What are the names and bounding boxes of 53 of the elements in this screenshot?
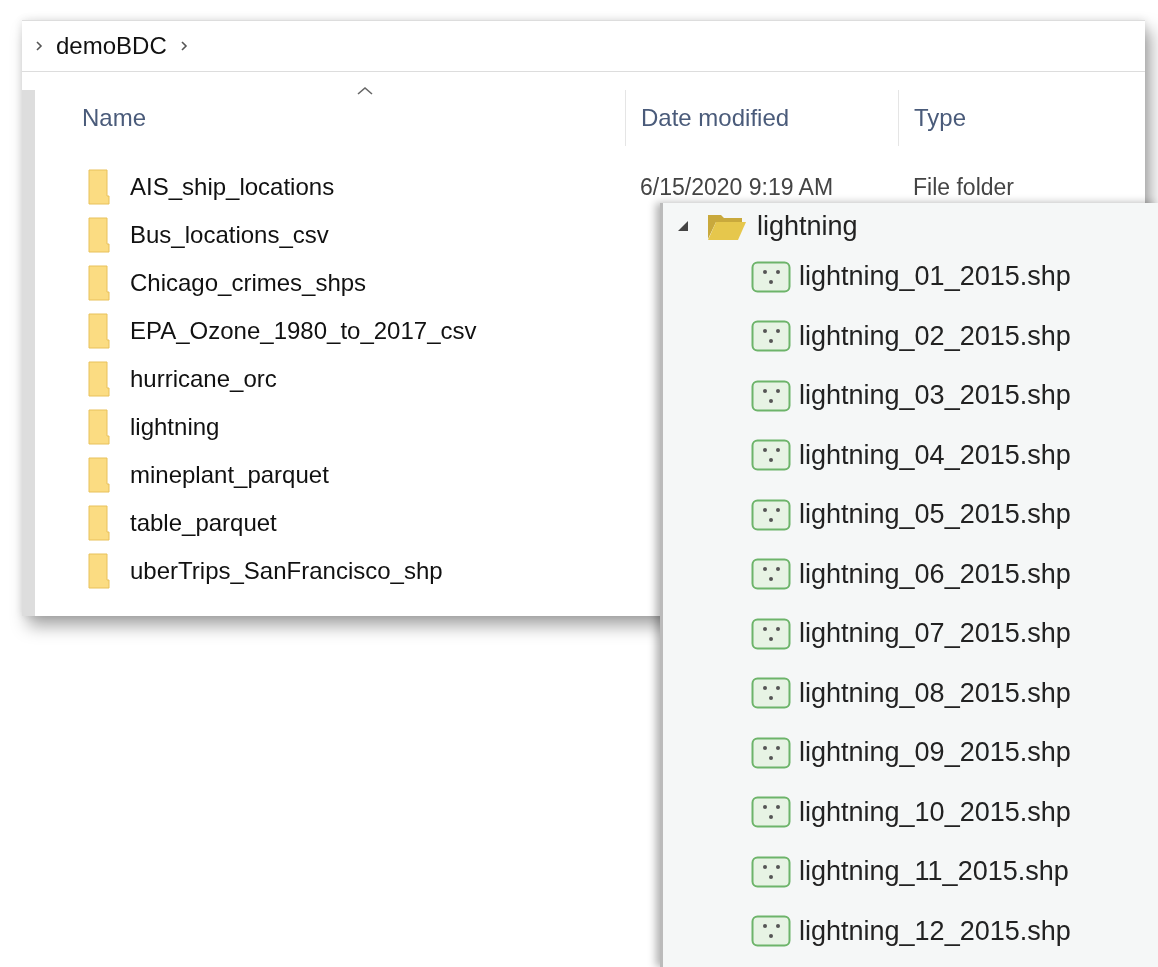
column-header[interactable]: Type	[914, 104, 967, 132]
tree-item[interactable]: lightning_08_2015.shp	[799, 677, 1071, 709]
folder-icon	[88, 361, 110, 397]
column-header[interactable]: Date modified	[641, 104, 790, 132]
folder-icon	[88, 313, 110, 349]
date-modified: 6/15/2020 9:19 AM	[640, 173, 834, 200]
tree-item[interactable]: lightning_02_2015.shp	[799, 320, 1071, 352]
point-layer-icon	[751, 855, 791, 888]
scrollbar[interactable]	[22, 90, 35, 616]
point-layer-icon	[751, 736, 791, 769]
folder-icon	[88, 457, 110, 493]
tree-item[interactable]: lightning	[757, 210, 858, 242]
folder-name[interactable]: Bus_locations_csv	[130, 221, 329, 249]
point-layer-icon	[751, 677, 791, 710]
folder-icon	[88, 169, 110, 205]
point-layer-icon	[751, 915, 791, 948]
point-layer-icon	[751, 320, 791, 353]
tree-item[interactable]: lightning_10_2015.shp	[799, 796, 1071, 828]
point-layer-icon	[751, 617, 791, 650]
point-layer-icon	[751, 498, 791, 531]
folder-name[interactable]: mineplant_parquet	[130, 461, 329, 489]
folder-icon	[88, 409, 110, 445]
expand-triangle-icon[interactable]	[677, 220, 689, 232]
folder-name[interactable]: hurricane_orc	[130, 365, 277, 393]
folder-name[interactable]: Chicago_crimes_shps	[130, 269, 367, 297]
point-layer-icon	[751, 379, 791, 412]
folder-name[interactable]: EPA_Ozone_1980_to_2017_csv	[130, 317, 477, 345]
folder-name[interactable]: lightning	[130, 413, 220, 441]
tree-item[interactable]: lightning_05_2015.shp	[799, 499, 1071, 531]
point-layer-icon	[751, 558, 791, 591]
point-layer-icon	[751, 439, 791, 472]
tree-item[interactable]: lightning_07_2015.shp	[799, 618, 1071, 650]
folder-icon	[88, 505, 110, 541]
file-type: File folder	[913, 173, 1014, 200]
tree-item[interactable]: lightning_11_2015.shp	[799, 856, 1069, 888]
chevron-icon[interactable]	[178, 39, 189, 53]
point-layer-icon	[751, 260, 791, 293]
folder-icon	[88, 553, 110, 589]
folder-icon	[88, 217, 110, 253]
tree-item[interactable]: lightning_04_2015.shp	[799, 439, 1071, 471]
chevron-icon[interactable]	[34, 39, 44, 53]
folder-name[interactable]: AIS_ship_locations	[130, 173, 335, 201]
tree-item[interactable]: lightning_09_2015.shp	[799, 737, 1071, 769]
point-layer-icon	[751, 796, 791, 829]
tree-item[interactable]: lightning_03_2015.shp	[799, 380, 1071, 412]
breadcrumb-item[interactable]: demoBDC	[56, 32, 167, 60]
column-header[interactable]: Name	[82, 104, 147, 132]
tree-item[interactable]: lightning_06_2015.shp	[799, 558, 1071, 590]
folder-name[interactable]: table_parquet	[130, 509, 277, 537]
folder-icon	[88, 265, 110, 301]
folder-name[interactable]: uberTrips_SanFrancisco_shp	[130, 557, 443, 585]
tree-item[interactable]: lightning_12_2015.shp	[799, 915, 1071, 947]
tree-item[interactable]: lightning_01_2015.shp	[799, 261, 1071, 293]
